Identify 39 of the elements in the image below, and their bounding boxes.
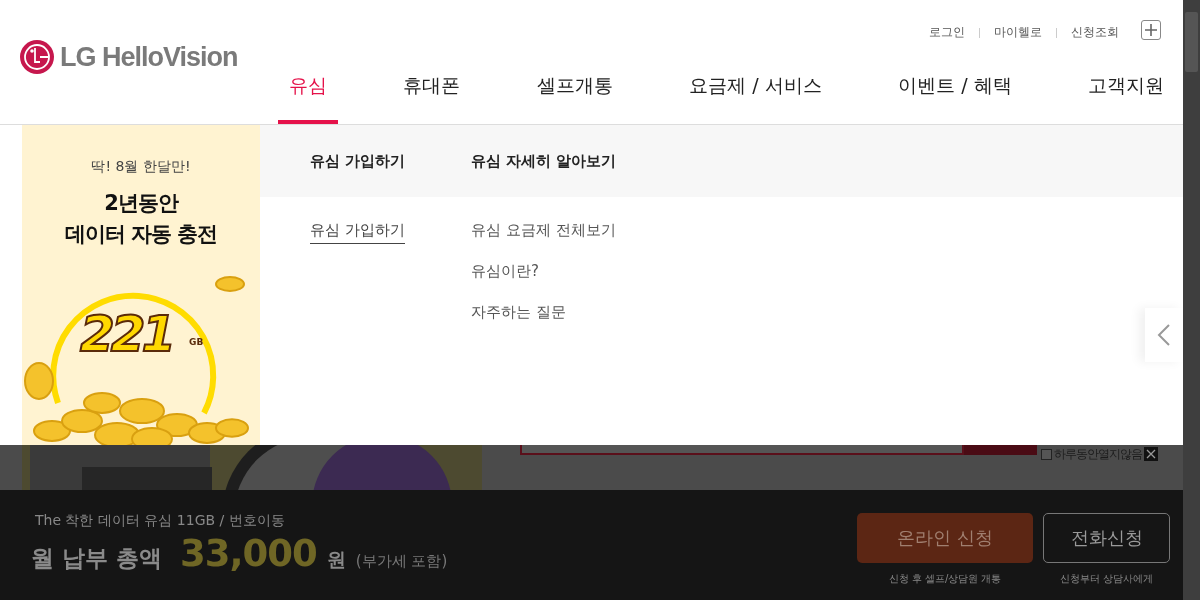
nav-tab[interactable]: 휴대폰 <box>392 63 472 124</box>
vat-note: (부가세 포함) <box>355 552 448 571</box>
total-amount: 33,000 <box>180 532 317 575</box>
plus-icon <box>1144 22 1158 37</box>
plus-button[interactable] <box>1141 19 1161 40</box>
logo-icon <box>20 40 54 74</box>
nav-tab[interactable]: 고객지원 <box>1077 63 1175 124</box>
banner-figure: 221 <box>80 309 173 359</box>
total-label: 월 납부 총액 <box>31 544 162 573</box>
banner-headline: 데이터 자동 충전 <box>64 221 218 248</box>
menu-link[interactable]: 유심이란? <box>471 262 539 285</box>
banner-kicker: 딱! 8월 한달만! <box>91 158 191 176</box>
nav-tab[interactable]: 요금제 / 서비스 <box>678 63 833 124</box>
nav-tab[interactable]: 셀프개통 <box>525 63 624 124</box>
button-caption: 신청부터 상담사에게 <box>1059 572 1154 586</box>
menu-link[interactable]: 유심 가입하기 <box>310 221 405 244</box>
utility-link[interactable]: 신청조회 <box>1071 24 1119 41</box>
menu-column-title: 유심 가입하기 <box>310 151 407 171</box>
currency-label: 원 <box>326 547 346 572</box>
utility-link[interactable]: 로그인 <box>929 24 965 41</box>
banner-headline: 2년동안 <box>103 190 180 217</box>
input-field[interactable] <box>520 445 964 455</box>
menu-link[interactable]: 유심 요금제 전체보기 <box>471 221 616 244</box>
scrollbar[interactable] <box>1183 0 1200 600</box>
chevron-left-icon <box>1157 324 1171 346</box>
menu-column-title: 유심 자세히 알아보기 <box>471 151 618 171</box>
banner-unit: GB <box>189 337 204 347</box>
promo-banner[interactable]: 딱! 8월 한달만! 2년동안 데이터 자동 충전 221 GB <box>22 125 260 445</box>
button-caption: 신청 후 셀프/상담원 개통 <box>888 572 1002 586</box>
logo-text[interactable]: LG HelloVision <box>60 41 238 73</box>
utility-link[interactable]: 마이헬로 <box>994 24 1042 41</box>
checkbox[interactable] <box>1041 448 1052 460</box>
close-button[interactable] <box>1144 447 1158 461</box>
close-icon <box>1146 449 1156 459</box>
call-button[interactable]: 전화신청 <box>1043 513 1170 563</box>
product-name: The 착한 데이터 유심 11GB / 번호이동 <box>35 512 286 530</box>
side-panel-tab[interactable] <box>1145 308 1183 362</box>
nav-tab[interactable]: 이벤트 / 혜택 <box>887 63 1023 124</box>
menu-link[interactable]: 자주하는 질문 <box>471 303 566 326</box>
